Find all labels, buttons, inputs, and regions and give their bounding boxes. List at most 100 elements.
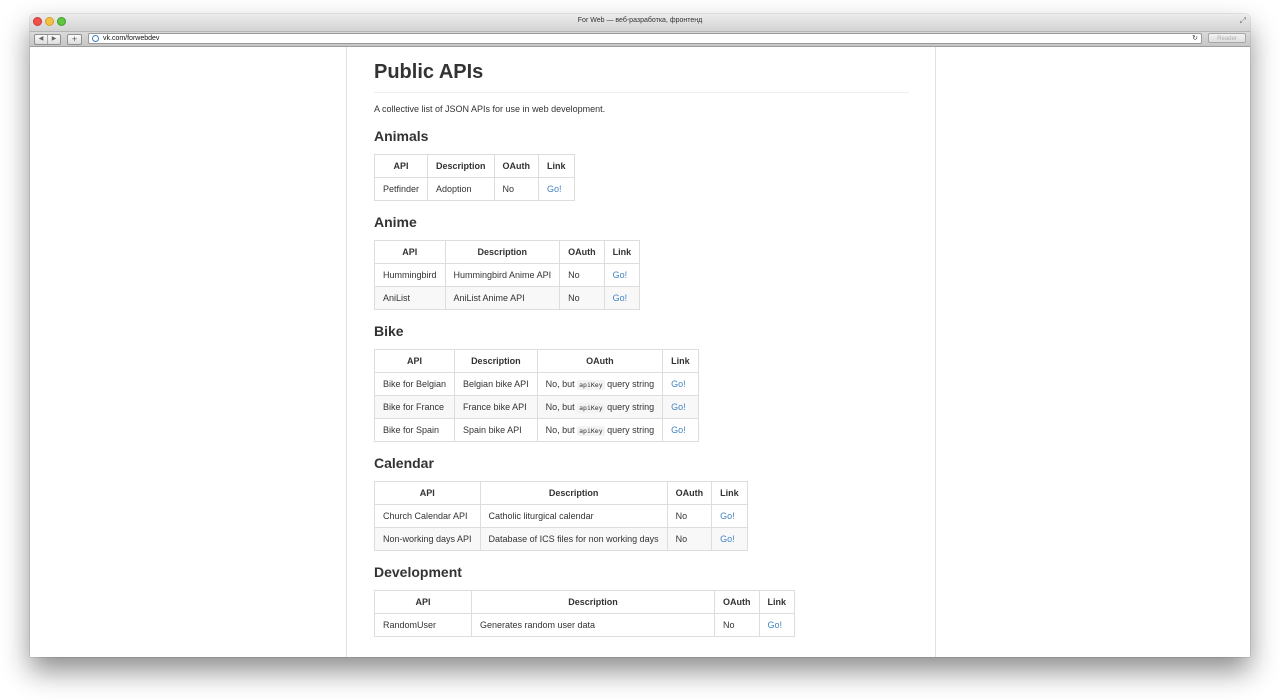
col-header-api: API xyxy=(373,349,456,373)
table-row: AniList AniList Anime API No Go! xyxy=(374,286,641,310)
col-header-description: Description xyxy=(479,481,668,505)
table-row: Bike for France France bike API No, but … xyxy=(373,395,699,419)
url-text[interactable]: vk.com/forwebdev xyxy=(103,35,159,42)
table-development: API Description OAuth Link RandomUser Ge… xyxy=(374,590,796,637)
go-link[interactable]: Go! xyxy=(768,620,783,630)
col-header-link: Link xyxy=(662,349,699,373)
table-row: Non-working days API Database of ICS fil… xyxy=(374,527,748,551)
col-header-description: Description xyxy=(471,590,715,614)
cell-link: Go! xyxy=(662,418,699,442)
cell-oauth: No, but apiKey query string xyxy=(536,395,664,419)
col-header-oauth: OAuth xyxy=(666,481,713,505)
cell-api: Bike for France xyxy=(373,395,456,419)
table-anime: API Description OAuth Link Hummingbird H… xyxy=(374,240,641,310)
page-title: Public APIs xyxy=(374,47,909,93)
col-header-description: Description xyxy=(427,154,495,178)
table-row: Hummingbird Hummingbird Anime API No Go! xyxy=(374,263,641,287)
table-bike: API Description OAuth Link Bike for Belg… xyxy=(373,349,699,442)
cell-api: Bike for Belgian xyxy=(373,372,456,396)
fullscreen-icon[interactable]: ⤢ xyxy=(1240,16,1246,26)
page-viewport[interactable]: Public APIs A collective list of JSON AP… xyxy=(30,47,1250,657)
back-icon[interactable]: ◀ xyxy=(35,35,47,44)
table-animals: API Description OAuth Link Petfinder Ado… xyxy=(373,154,575,201)
cell-description: Database of ICS files for non working da… xyxy=(479,527,668,551)
oauth-prefix: No, but xyxy=(545,379,575,389)
section-title-bike: Bike xyxy=(374,323,404,339)
cell-link: Go! xyxy=(758,613,796,637)
cell-oauth: No xyxy=(559,286,605,310)
table-row: Bike for Belgian Belgian bike API No, bu… xyxy=(373,372,699,396)
oauth-suffix: query string xyxy=(607,402,655,412)
go-link[interactable]: Go! xyxy=(671,379,686,389)
go-link[interactable]: Go! xyxy=(613,293,628,303)
globe-icon xyxy=(92,35,99,42)
go-link[interactable]: Go! xyxy=(671,402,686,412)
reload-icon[interactable]: ↻ xyxy=(1192,34,1198,42)
cell-api: Petfinder xyxy=(373,177,429,201)
table-row: Bike for Spain Spain bike API No, but ap… xyxy=(373,418,699,442)
cell-oauth: No xyxy=(666,527,713,551)
table-row: RandomUser Generates random user data No… xyxy=(374,613,796,637)
forward-icon[interactable]: ▶ xyxy=(47,35,60,44)
cell-api: Hummingbird xyxy=(374,263,446,287)
cell-api: Church Calendar API xyxy=(374,504,481,528)
page-description: A collective list of JSON APIs for use i… xyxy=(374,104,606,114)
cell-oauth: No, but apiKey query string xyxy=(536,372,664,396)
go-link[interactable]: Go! xyxy=(613,270,628,280)
title-bar: For Web — веб-разработка, фронтенд ⤢ xyxy=(30,14,1250,32)
col-header-api: API xyxy=(373,154,429,178)
cell-link: Go! xyxy=(538,177,575,201)
cell-description: Belgian bike API xyxy=(454,372,538,396)
col-header-link: Link xyxy=(538,154,575,178)
cell-link: Go! xyxy=(662,372,699,396)
oauth-prefix: No, but xyxy=(545,425,575,435)
section-title-anime: Anime xyxy=(374,214,417,230)
cell-description: France bike API xyxy=(454,395,538,419)
table-row: Petfinder Adoption No Go! xyxy=(373,177,575,201)
cell-description: Generates random user data xyxy=(471,613,715,637)
browser-window: For Web — веб-разработка, фронтенд ⤢ ◀ ▶… xyxy=(30,14,1250,657)
cell-link: Go! xyxy=(711,527,748,551)
cell-description: Hummingbird Anime API xyxy=(444,263,561,287)
reader-button[interactable]: Reader xyxy=(1208,33,1246,43)
col-header-oauth: OAuth xyxy=(714,590,760,614)
cell-oauth: No xyxy=(559,263,605,287)
oauth-suffix: query string xyxy=(607,425,655,435)
col-header-description: Description xyxy=(444,240,561,264)
cell-description: Spain bike API xyxy=(454,418,538,442)
cell-api: Non-working days API xyxy=(374,527,481,551)
cell-oauth: No xyxy=(714,613,760,637)
cell-link: Go! xyxy=(711,504,748,528)
plus-icon[interactable]: + xyxy=(67,34,82,45)
address-bar[interactable]: vk.com/forwebdev ↻ xyxy=(88,33,1202,44)
col-header-oauth: OAuth xyxy=(559,240,605,264)
browser-toolbar: ◀ ▶ + vk.com/forwebdev ↻ Reader xyxy=(30,32,1250,47)
col-header-oauth: OAuth xyxy=(493,154,540,178)
nav-buttons: ◀ ▶ xyxy=(34,34,61,45)
apikey-code: apiKey xyxy=(577,403,605,413)
col-header-link: Link xyxy=(711,481,748,505)
col-header-link: Link xyxy=(603,240,641,264)
cell-description: Catholic liturgical calendar xyxy=(479,504,668,528)
cell-api: AniList xyxy=(374,286,446,310)
cell-link: Go! xyxy=(662,395,699,419)
cell-oauth: No, but apiKey query string xyxy=(536,418,664,442)
apikey-code: apiKey xyxy=(577,426,605,436)
readme-content: Public APIs A collective list of JSON AP… xyxy=(346,47,936,657)
go-link[interactable]: Go! xyxy=(720,534,735,544)
table-row: Church Calendar API Catholic liturgical … xyxy=(374,504,748,528)
col-header-api: API xyxy=(374,240,446,264)
cell-oauth: No xyxy=(493,177,540,201)
window-title: For Web — веб-разработка, фронтенд xyxy=(577,17,703,24)
go-link[interactable]: Go! xyxy=(547,184,562,194)
cell-description: AniList Anime API xyxy=(444,286,561,310)
cell-api: RandomUser xyxy=(374,613,472,637)
cell-oauth: No xyxy=(666,504,713,528)
col-header-description: Description xyxy=(454,349,538,373)
go-link[interactable]: Go! xyxy=(671,425,686,435)
cell-api: Bike for Spain xyxy=(373,418,456,442)
cell-description: Adoption xyxy=(427,177,495,201)
col-header-api: API xyxy=(374,481,481,505)
cell-link: Go! xyxy=(603,286,641,310)
go-link[interactable]: Go! xyxy=(720,511,735,521)
